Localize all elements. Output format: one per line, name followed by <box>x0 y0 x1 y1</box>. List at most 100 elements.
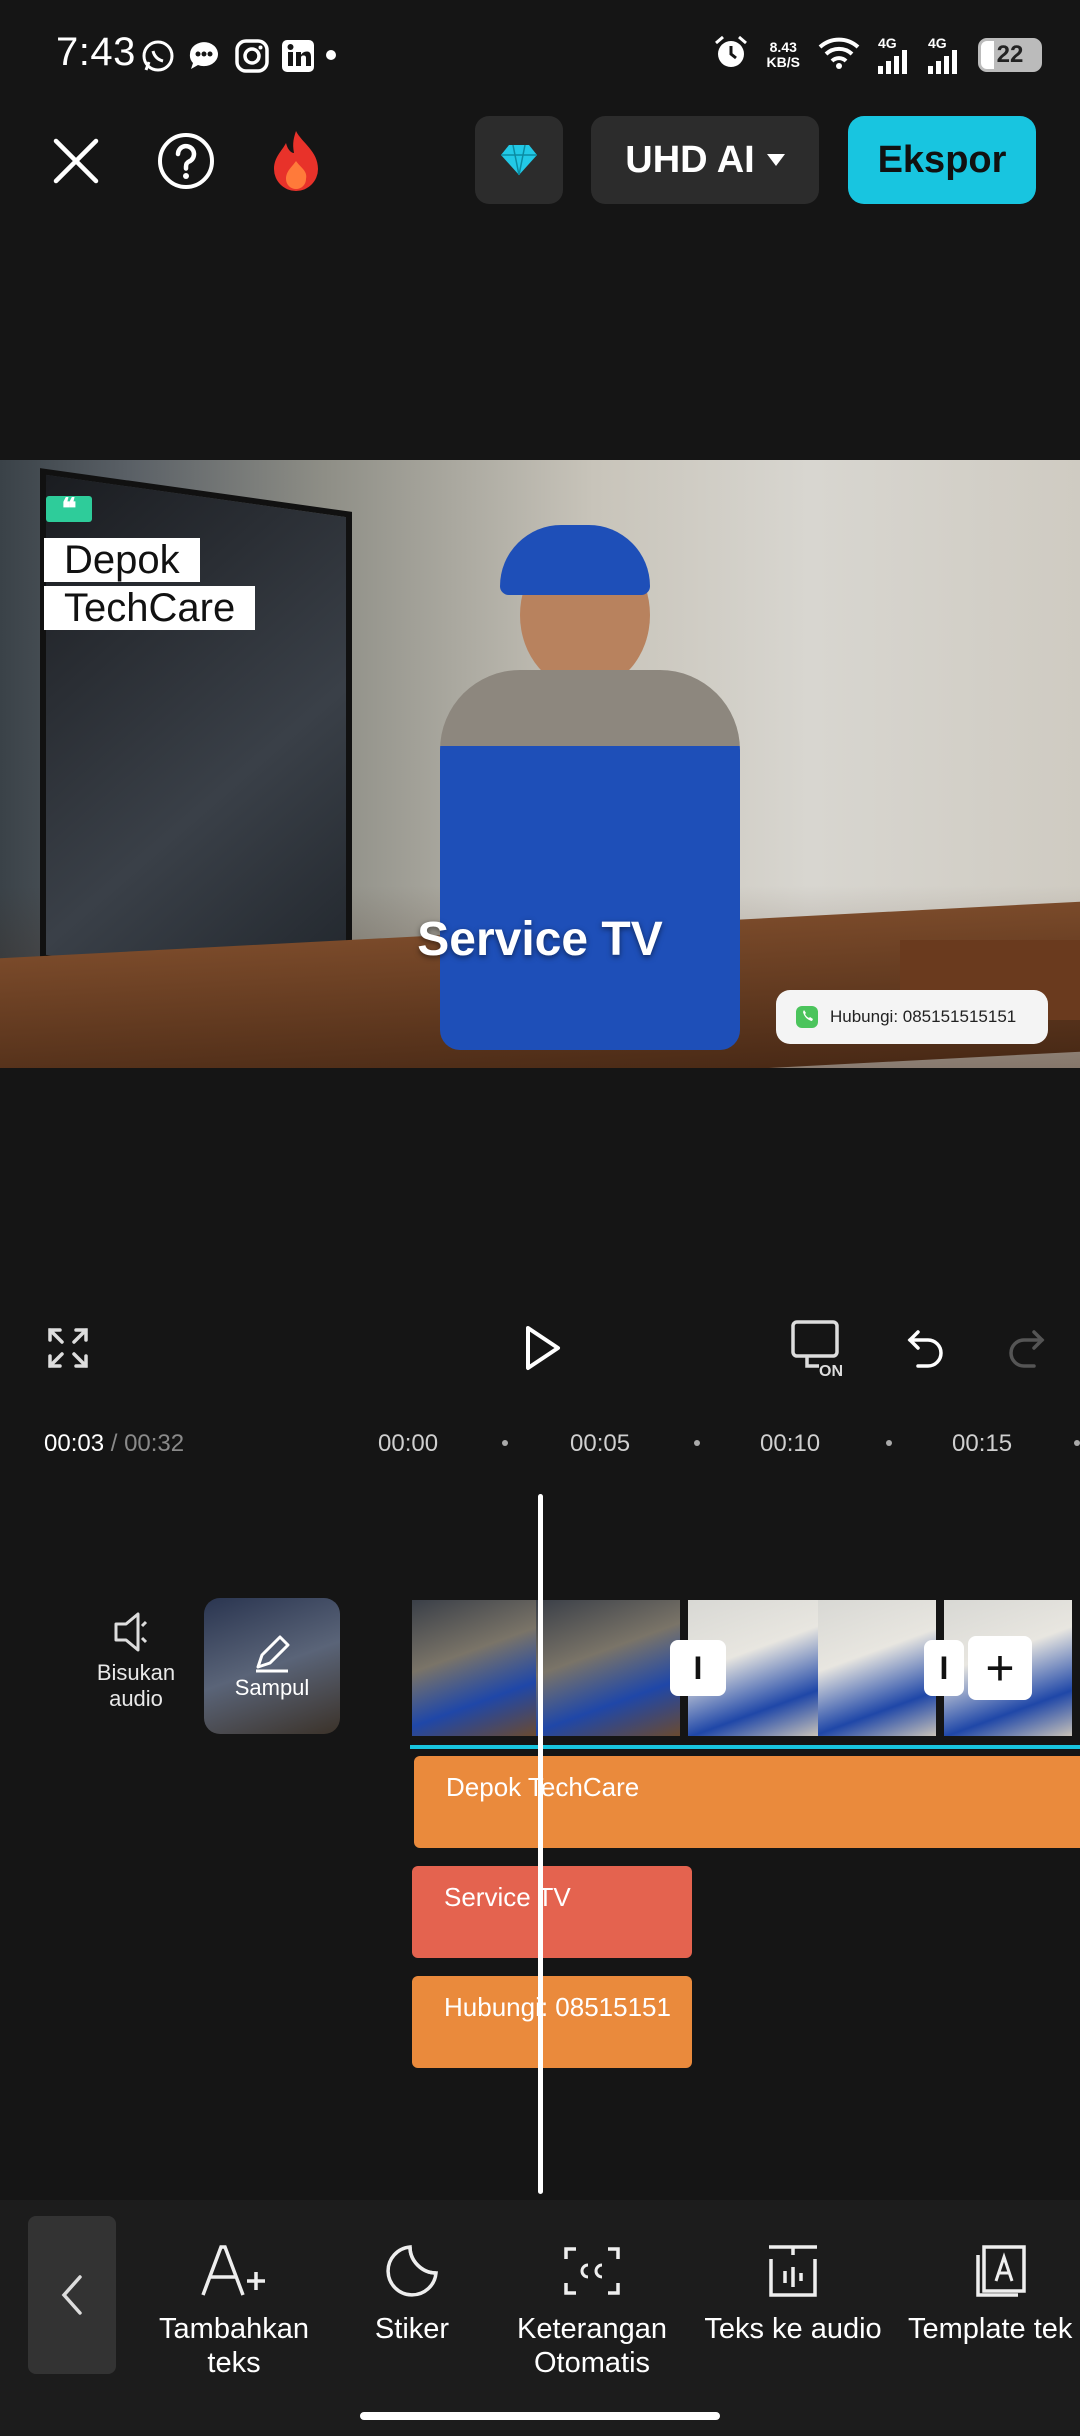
video-thumbnail <box>412 1600 536 1736</box>
tool-label: Otomatis <box>533 2347 651 2379</box>
status-time: 7:43 <box>56 30 136 74</box>
tool-label: Template tek <box>908 2313 1073 2345</box>
alarm-icon <box>713 34 749 75</box>
ruler-dot <box>886 1440 892 1446</box>
play-button[interactable] <box>512 1318 572 1378</box>
mute-audio-button[interactable]: Bisukan audio <box>84 1610 188 1712</box>
add-text-button[interactable]: Tambahkan teks <box>146 2236 322 2380</box>
close-icon <box>53 138 99 184</box>
ruler-dot <box>694 1440 700 1446</box>
ruler-dot <box>502 1440 508 1446</box>
home-indicator[interactable] <box>360 2412 720 2420</box>
text-template-button[interactable]: Template tek <box>908 2236 1080 2346</box>
undo-icon <box>907 1330 943 1368</box>
current-time: 00:03 <box>44 1430 105 1457</box>
redo-button[interactable] <box>996 1318 1056 1378</box>
wifi-icon <box>818 35 860 74</box>
linkedin-icon <box>280 38 316 74</box>
net-speed: 8.43 KB/S <box>766 38 800 70</box>
auto-captions-button[interactable]: Keterangan Otomatis <box>506 2236 678 2380</box>
export-button[interactable]: Ekspor <box>848 116 1036 204</box>
svg-text:ON: ON <box>819 1363 843 1378</box>
signal-1: 4G <box>878 36 910 74</box>
caret-down-icon <box>766 154 785 166</box>
text-clip-title[interactable]: Depok TechCare <box>414 1756 1080 1848</box>
instagram-icon <box>234 38 270 74</box>
trending-button[interactable] <box>253 118 339 204</box>
preview-worker-body <box>440 670 740 1050</box>
text-to-audio-icon <box>769 2245 817 2297</box>
add-clip-button[interactable]: + <box>968 1636 1032 1700</box>
chat-icon <box>186 38 222 74</box>
battery-icon: 22 <box>978 37 1042 72</box>
overlay-title-line2[interactable]: TechCare <box>44 586 256 630</box>
pro-button[interactable] <box>475 116 563 204</box>
playhead[interactable] <box>538 1494 543 2194</box>
redo-icon <box>1009 1330 1045 1368</box>
sticker-button[interactable]: Stiker <box>352 2236 472 2346</box>
video-thumbnail <box>536 1600 680 1736</box>
sticker-icon <box>386 2245 438 2297</box>
transition-button[interactable]: I <box>924 1640 964 1696</box>
whatsapp-icon <box>796 1006 818 1028</box>
ruler-label: 00:00 <box>378 1430 439 1457</box>
close-button[interactable] <box>33 118 119 204</box>
tool-label: Stiker <box>374 2313 450 2345</box>
total-time: / 00:32 <box>110 1430 185 1457</box>
track-underline <box>410 1745 1080 1749</box>
fullscreen-icon <box>48 1328 88 1368</box>
ruler-dot <box>1074 1440 1080 1446</box>
overlay-contact-text: Hubungi: 085151515151 <box>830 1007 1017 1026</box>
ruler-label: 00:15 <box>952 1430 1013 1457</box>
timecode: 00:03 / 00:32 <box>44 1430 184 1458</box>
add-text-icon <box>201 2245 265 2296</box>
signal-2: 4G <box>928 36 960 74</box>
quote-mark-icon: ❝ <box>46 495 92 523</box>
keyframe-toggle-button[interactable]: ON <box>786 1318 856 1378</box>
undo-button[interactable] <box>896 1318 956 1378</box>
tool-label: Tambahkan <box>159 2313 309 2345</box>
video-thumbnail <box>818 1600 936 1736</box>
overlay-caption[interactable]: Service TV <box>0 912 1080 967</box>
play-icon <box>526 1326 560 1370</box>
transition-button[interactable]: I <box>670 1640 726 1696</box>
whatsapp-icon <box>140 38 176 74</box>
mute-label-line2: audio <box>109 1686 163 1711</box>
signal-2-label: 4G <box>928 34 947 51</box>
flame-icon <box>274 131 318 191</box>
cover-button[interactable]: Sampul <box>204 1598 340 1734</box>
signal-icon <box>928 49 957 74</box>
resolution-label: UHD AI <box>625 138 755 181</box>
tool-label: Teks ke audio <box>704 2313 882 2345</box>
tool-label: teks <box>207 2347 261 2379</box>
signal-1-label: 4G <box>878 34 897 51</box>
diamond-icon <box>501 144 537 176</box>
cover-label: Sampul <box>234 1675 310 1700</box>
text-clip-contact[interactable]: Hubungi: 08515151 <box>412 1976 692 2068</box>
help-button[interactable] <box>143 118 229 204</box>
text-clip-caption[interactable]: Service TV <box>412 1866 692 1958</box>
preview-worker-cap <box>500 525 650 595</box>
speaker-icon <box>114 1612 148 1652</box>
overlay-contact[interactable]: Hubungi: 085151515151 <box>776 990 1048 1044</box>
net-speed-value: 8.43 <box>769 38 797 55</box>
pencil-icon <box>256 1635 290 1673</box>
net-speed-unit: KB/S <box>766 53 800 70</box>
overlay-title-line1[interactable]: Depok <box>44 538 200 582</box>
status-right: 8.43 KB/S 4G 4G 22 <box>713 34 1042 75</box>
tool-label: Keterangan <box>517 2313 667 2345</box>
resolution-dropdown[interactable]: UHD AI <box>591 116 819 204</box>
text-to-audio-button[interactable]: Teks ke audio <box>698 2236 888 2346</box>
captions-icon <box>564 2247 620 2295</box>
signal-icon <box>878 49 907 74</box>
device-on-icon: ON <box>791 1320 843 1378</box>
notification-dot <box>326 50 336 60</box>
ruler-label: 00:05 <box>570 1430 631 1457</box>
battery-level: 22 <box>996 40 1024 68</box>
ruler-label: 00:10 <box>760 1430 821 1457</box>
fullscreen-button[interactable] <box>38 1318 98 1378</box>
back-button[interactable] <box>28 2216 116 2374</box>
chevron-left-icon <box>61 2275 82 2315</box>
text-template-icon <box>976 2245 1026 2297</box>
help-icon <box>158 133 214 189</box>
